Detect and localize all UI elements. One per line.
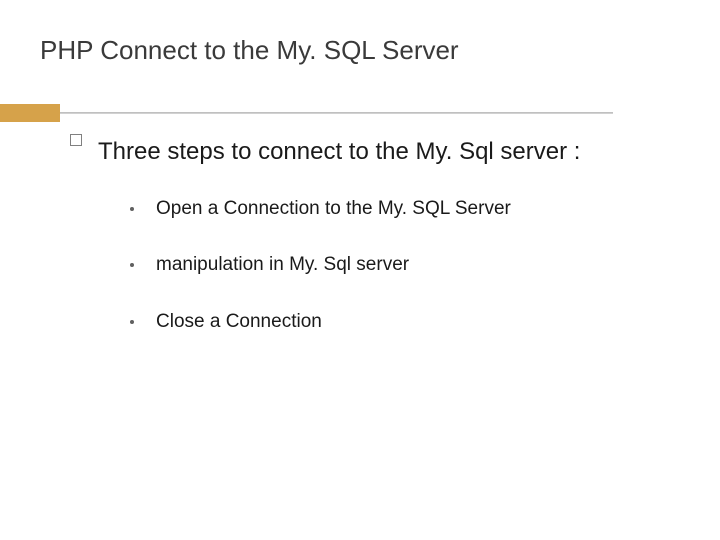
accent-orange-block: [0, 104, 60, 122]
list-item: Close a Connection: [130, 310, 680, 335]
content-area: Three steps to connect to the My. Sql se…: [40, 126, 680, 335]
list-item: Open a Connection to the My. SQL Server: [130, 197, 680, 222]
sub-bullet-text: Close a Connection: [156, 310, 322, 335]
dot-bullet-icon: [130, 320, 134, 324]
list-item: manipulation in My. Sql server: [130, 253, 680, 278]
sub-bullet-list: Open a Connection to the My. SQL Server …: [70, 197, 680, 335]
slide-title: PHP Connect to the My. SQL Server: [40, 35, 680, 66]
main-bullet-row: Three steps to connect to the My. Sql se…: [70, 126, 680, 179]
sub-bullet-text: manipulation in My. Sql server: [156, 253, 409, 278]
dot-bullet-icon: [130, 207, 134, 211]
accent-grey-wrap: [60, 104, 720, 122]
square-bullet-icon: [70, 134, 82, 146]
sub-bullet-text: Open a Connection to the My. SQL Server: [156, 197, 511, 222]
dot-bullet-icon: [130, 263, 134, 267]
main-bullet-text: Three steps to connect to the My. Sql se…: [98, 126, 580, 179]
accent-bar: [0, 104, 720, 122]
slide-container: PHP Connect to the My. SQL Server Three …: [0, 0, 720, 540]
accent-grey-line: [60, 112, 613, 114]
